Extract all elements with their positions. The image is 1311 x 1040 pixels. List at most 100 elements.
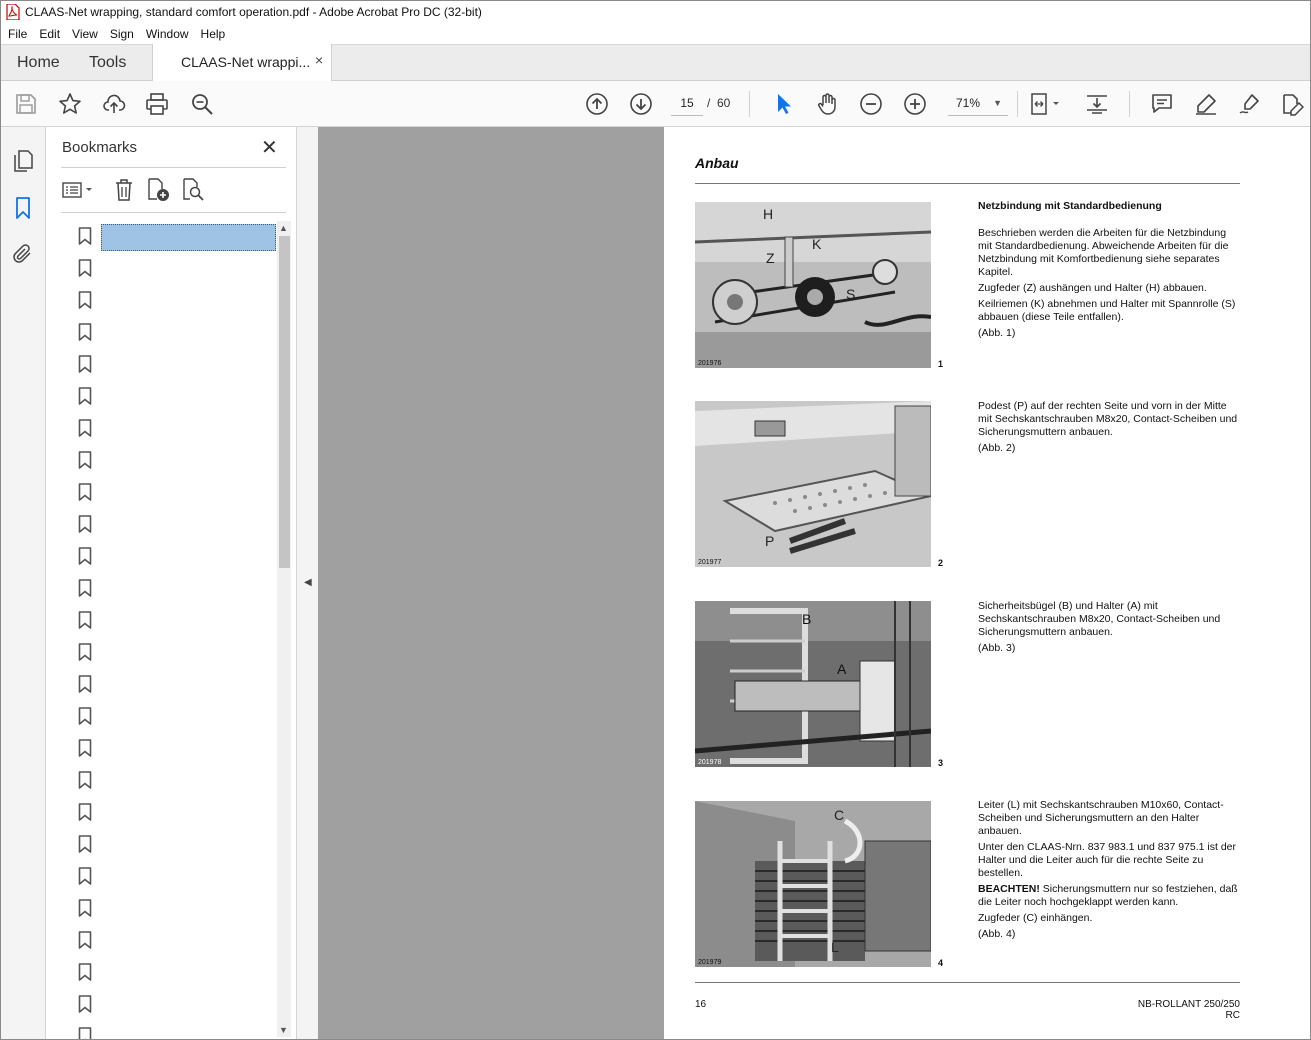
bookmark-item[interactable]: [46, 413, 278, 445]
bookmark-label[interactable]: [101, 960, 276, 987]
tab-home[interactable]: Home: [17, 54, 60, 72]
menu-sign[interactable]: Sign: [105, 27, 139, 41]
cloud-upload-icon[interactable]: [102, 92, 126, 116]
bookmark-item[interactable]: [46, 765, 278, 797]
menu-edit[interactable]: Edit: [34, 27, 65, 41]
bookmark-item[interactable]: [46, 317, 278, 349]
close-panel-icon[interactable]: ✕: [261, 135, 278, 160]
bookmark-icon: [78, 643, 92, 661]
delete-bookmark-icon[interactable]: [111, 177, 137, 203]
new-bookmark-icon[interactable]: [145, 177, 171, 203]
bookmark-panel-icon[interactable]: [11, 196, 35, 220]
bookmark-item[interactable]: [46, 253, 278, 285]
page-number-input[interactable]: 15: [671, 91, 703, 116]
zoom-in-icon[interactable]: [903, 92, 927, 116]
bookmark-label[interactable]: [101, 896, 276, 923]
bookmark-label[interactable]: [101, 992, 276, 1019]
bookmark-item[interactable]: [46, 349, 278, 381]
bookmark-options-icon[interactable]: [61, 177, 97, 203]
save-icon[interactable]: [14, 92, 38, 116]
bookmark-label[interactable]: [101, 224, 276, 251]
comment-icon[interactable]: [1150, 92, 1174, 116]
page-thumbnails-icon[interactable]: [11, 149, 35, 173]
next-page-icon[interactable]: [629, 92, 653, 116]
bookmark-item[interactable]: [46, 573, 278, 605]
document-viewer[interactable]: Anbau H K Z S 201976 1 Netzbindung mit S…: [318, 127, 1310, 1039]
hand-tool-icon[interactable]: [815, 92, 839, 116]
bookmark-label[interactable]: [101, 704, 276, 731]
bookmark-label[interactable]: [101, 576, 276, 603]
bookmark-item[interactable]: [46, 445, 278, 477]
highlight-pen-icon[interactable]: [1194, 92, 1218, 116]
bookmark-item[interactable]: [46, 285, 278, 317]
bookmark-label[interactable]: [101, 928, 276, 955]
bookmark-item[interactable]: [46, 989, 278, 1021]
scroll-down-icon[interactable]: ▼: [279, 1025, 288, 1035]
bookmark-label[interactable]: [101, 608, 276, 635]
collapse-panel-icon[interactable]: ◀: [304, 577, 312, 588]
bookmark-item[interactable]: [46, 221, 278, 253]
zoom-level-select[interactable]: 71% ▼: [948, 91, 1008, 116]
bookmark-item[interactable]: [46, 541, 278, 573]
fill-sign-icon[interactable]: [1238, 92, 1262, 116]
bookmark-item[interactable]: [46, 893, 278, 925]
bookmark-label[interactable]: [101, 544, 276, 571]
menu-window[interactable]: Window: [141, 27, 194, 41]
bookmark-item[interactable]: [46, 605, 278, 637]
scrolling-mode-icon[interactable]: [1085, 92, 1109, 116]
bookmark-label[interactable]: [101, 256, 276, 283]
bookmark-label[interactable]: [101, 288, 276, 315]
tab-document[interactable]: CLAAS-Net wrappi... ×: [152, 44, 332, 81]
bookmark-item[interactable]: [46, 669, 278, 701]
bookmark-item[interactable]: [46, 701, 278, 733]
bookmark-item[interactable]: [46, 925, 278, 957]
bookmark-search-icon[interactable]: [180, 177, 206, 203]
select-cursor-icon[interactable]: [771, 92, 795, 116]
bookmark-label[interactable]: [101, 384, 276, 411]
bookmark-label[interactable]: [101, 1024, 276, 1039]
print-icon[interactable]: [145, 92, 169, 116]
bookmark-label[interactable]: [101, 864, 276, 891]
page-fit-icon[interactable]: [1029, 92, 1065, 116]
bookmark-label[interactable]: [101, 416, 276, 443]
bookmarks-scrollbar[interactable]: ▲ ▼: [277, 221, 291, 1037]
zoom-out-icon[interactable]: [859, 92, 883, 116]
bookmark-label[interactable]: [101, 320, 276, 347]
bookmark-item[interactable]: [46, 477, 278, 509]
bookmark-item[interactable]: [46, 861, 278, 893]
more-tools-icon[interactable]: [1280, 92, 1305, 116]
figure-number: 1: [938, 359, 944, 369]
paragraph: Zugfeder (Z) aushängen und Halter (H) ab…: [978, 282, 1207, 294]
bookmark-item[interactable]: [46, 957, 278, 989]
tab-tools[interactable]: Tools: [89, 54, 126, 72]
star-icon[interactable]: [58, 92, 82, 116]
search-zoom-icon[interactable]: [190, 92, 214, 116]
bookmark-item[interactable]: [46, 509, 278, 541]
menu-view[interactable]: View: [67, 27, 103, 41]
previous-page-icon[interactable]: [585, 92, 609, 116]
bookmark-label[interactable]: [101, 640, 276, 667]
bookmark-label[interactable]: [101, 672, 276, 699]
figure-number: 4: [938, 958, 944, 968]
bookmark-label[interactable]: [101, 800, 276, 827]
bookmark-label[interactable]: [101, 736, 276, 763]
bookmark-item[interactable]: [46, 1021, 278, 1039]
scrollbar-thumb[interactable]: [279, 236, 290, 568]
bookmark-item[interactable]: [46, 637, 278, 669]
bookmark-item[interactable]: [46, 797, 278, 829]
bookmark-label[interactable]: [101, 512, 276, 539]
panel-collapse-strip[interactable]: ◀: [296, 127, 318, 1039]
bookmark-item[interactable]: [46, 733, 278, 765]
bookmark-item[interactable]: [46, 829, 278, 861]
bookmark-label[interactable]: [101, 832, 276, 859]
attachments-icon[interactable]: [11, 242, 35, 266]
bookmark-label[interactable]: [101, 768, 276, 795]
bookmark-label[interactable]: [101, 352, 276, 379]
bookmark-label[interactable]: [101, 448, 276, 475]
menu-file[interactable]: File: [3, 27, 32, 41]
bookmark-label[interactable]: [101, 480, 276, 507]
menu-help[interactable]: Help: [196, 27, 231, 41]
close-tab-icon[interactable]: ×: [315, 52, 323, 68]
bookmark-item[interactable]: [46, 381, 278, 413]
scroll-up-icon[interactable]: ▲: [279, 223, 288, 233]
